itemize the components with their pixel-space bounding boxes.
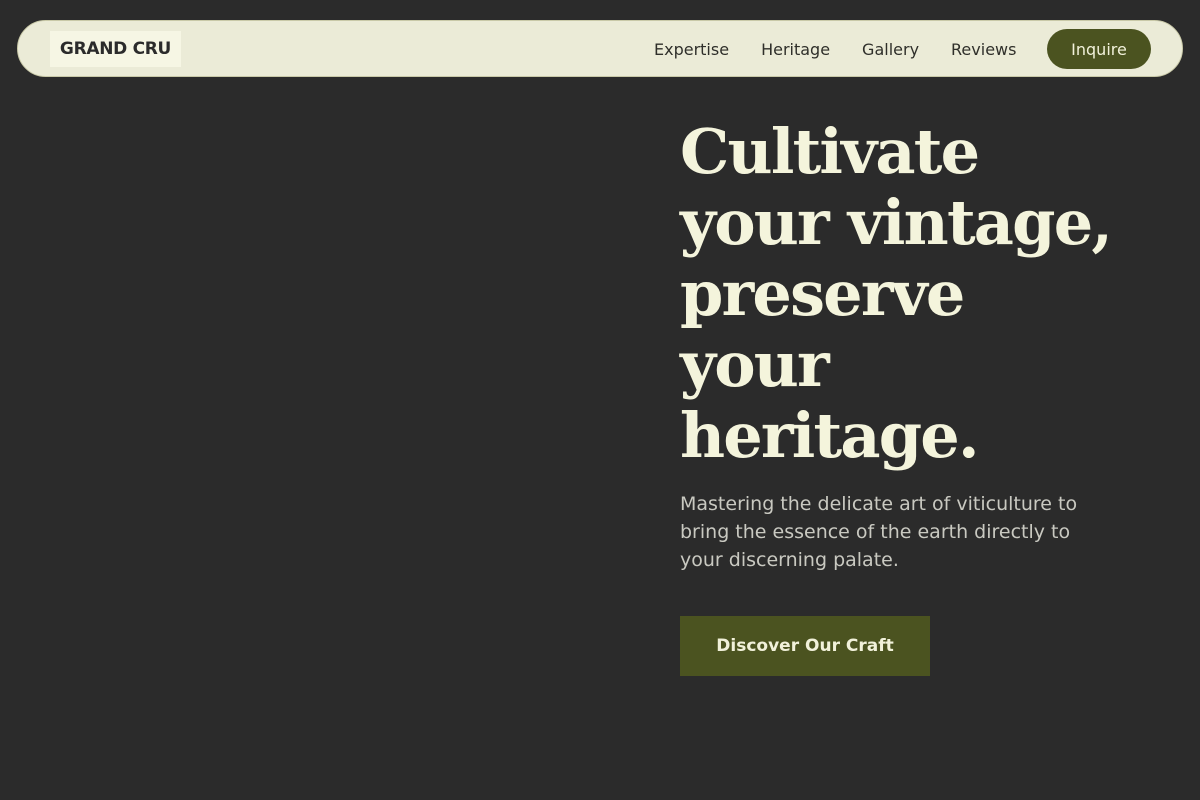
inquire-button[interactable]: Inquire [1047, 29, 1151, 69]
brand-logo[interactable]: GRAND CRU [50, 31, 181, 67]
nav-link-expertise[interactable]: Expertise [654, 40, 729, 59]
discover-craft-button[interactable]: Discover Our Craft [680, 616, 930, 676]
hero-subtitle: Mastering the delicate art of viticultur… [680, 493, 1078, 571]
top-navigation: GRAND CRU Expertise Heritage Gallery Rev… [17, 20, 1183, 77]
main-nav: Expertise Heritage Gallery Reviews [654, 21, 1016, 78]
nav-link-heritage[interactable]: Heritage [761, 40, 830, 59]
nav-link-gallery[interactable]: Gallery [862, 40, 919, 59]
hero-title: Cultivate your vintage, preserve your he… [680, 115, 1113, 472]
hero-section: Cultivate your vintage, preserve your he… [680, 116, 1140, 676]
nav-link-reviews[interactable]: Reviews [951, 40, 1016, 59]
